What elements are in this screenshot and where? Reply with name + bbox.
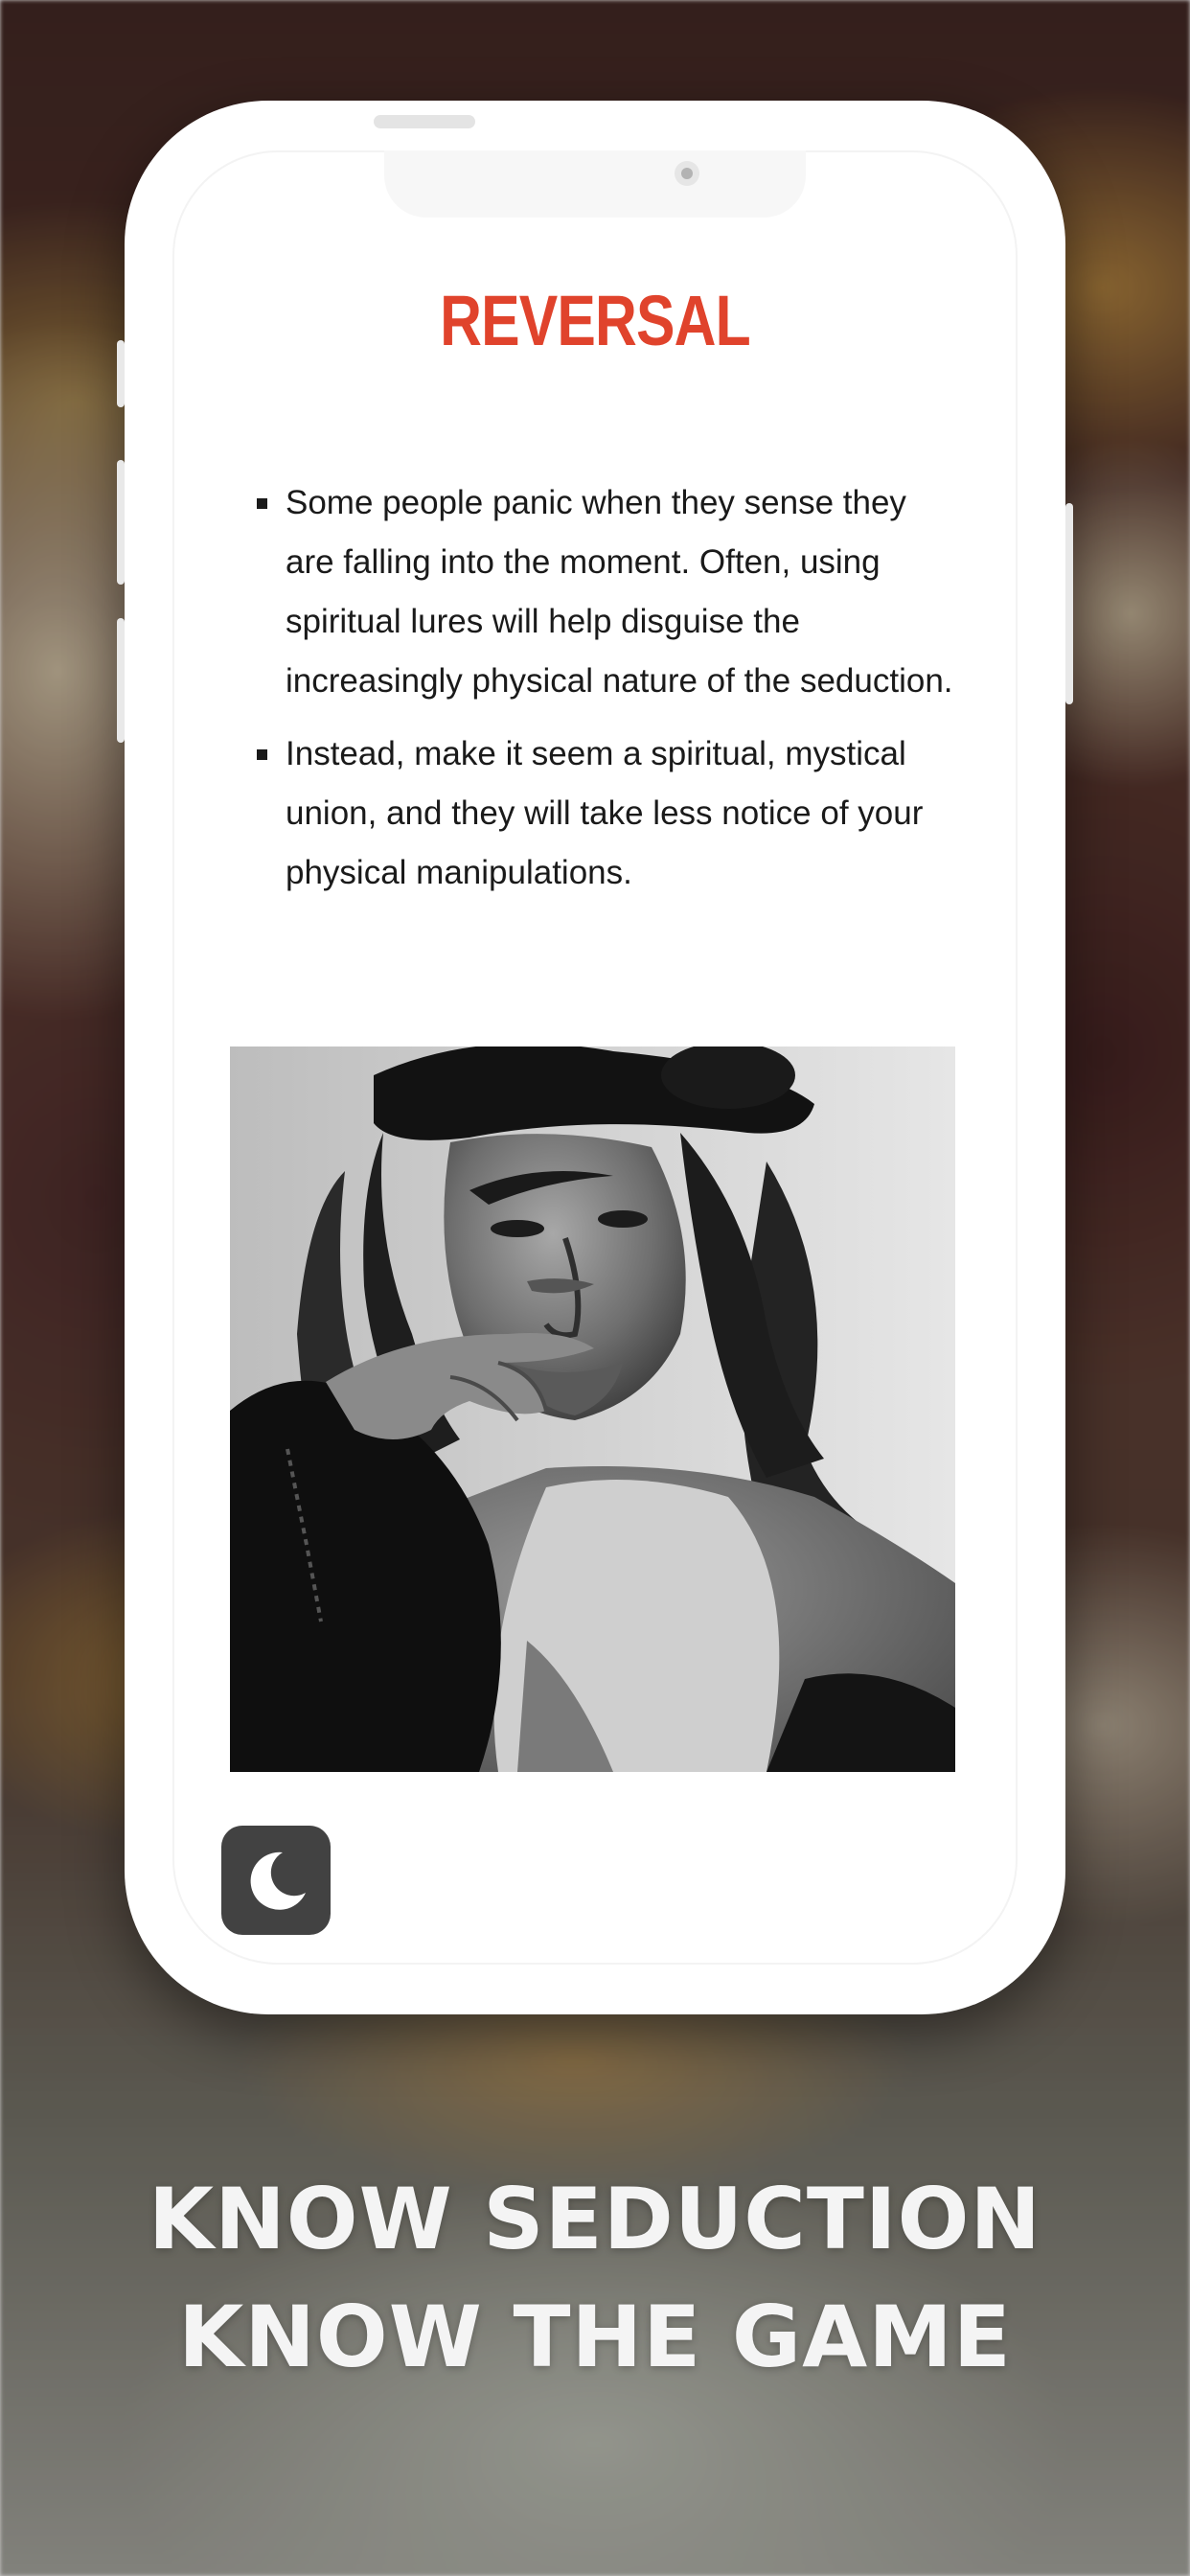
list-item: Some people panic when they sense they a… xyxy=(255,473,964,711)
list-item: Instead, make it seem a spiritual, mysti… xyxy=(255,724,964,903)
phone-power-button xyxy=(1065,503,1073,704)
page-title: REVERSAL xyxy=(440,281,751,360)
moon-icon xyxy=(250,1852,306,1910)
phone-camera xyxy=(675,161,699,186)
phone-volume-up xyxy=(117,460,125,585)
portrait-photo xyxy=(230,1046,955,1772)
tagline-line-2: KNOW THE GAME xyxy=(178,2288,1012,2386)
bullet-list: Some people panic when they sense they a… xyxy=(255,473,964,916)
portrait-photo-illustration xyxy=(230,1046,955,1772)
tagline-line-1: KNOW SEDUCTION xyxy=(148,2170,1042,2268)
dark-mode-toggle[interactable] xyxy=(221,1826,331,1935)
phone-volume-down xyxy=(117,618,125,743)
phone-speaker xyxy=(374,115,475,128)
phone-notch xyxy=(384,150,806,218)
